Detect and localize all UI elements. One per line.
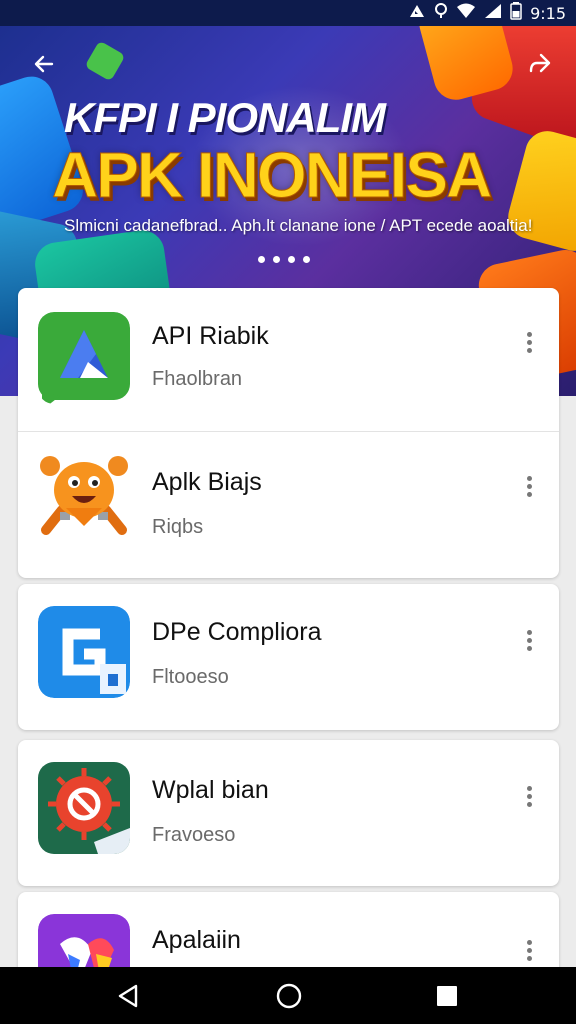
more-options-button[interactable] [517, 322, 541, 362]
more-options-button[interactable] [517, 620, 541, 660]
blue-g-icon [38, 606, 130, 698]
system-navigation-bar [0, 967, 576, 1024]
divider [18, 431, 559, 432]
location-icon [434, 2, 448, 24]
app-subtitle: Fhaolbran [152, 368, 243, 390]
back-arrow-icon [34, 55, 54, 73]
carousel-dot[interactable] [303, 256, 310, 263]
hero-title: KFPI I PIONALIM [64, 94, 386, 141]
app-name: Wplal bian [152, 776, 269, 804]
nav-recents-button[interactable] [432, 981, 462, 1011]
app-subtitle: Fltooeso [152, 666, 229, 688]
hero-headline: APK INONEISA [51, 139, 492, 212]
more-options-button[interactable] [517, 930, 541, 970]
share-button[interactable] [522, 46, 558, 82]
signal-icon [484, 3, 502, 24]
more-options-button[interactable] [517, 776, 541, 816]
app-name: Apalaiin [152, 926, 241, 954]
green-triangle-chat-icon [38, 312, 130, 404]
battery-icon [510, 1, 522, 25]
app-list-item-2[interactable]: Aplk Biajs Riqbs [18, 434, 559, 576]
nav-home-button[interactable] [274, 981, 304, 1011]
app-name: API Riabik [152, 322, 269, 350]
app-list-item-1[interactable]: API Riabik Fhaolbran [18, 288, 559, 430]
share-icon [529, 53, 551, 73]
decorative-yellow-tile [503, 126, 576, 256]
red-blocked-icon [38, 762, 130, 854]
app-list-item-4[interactable]: Wplal bian Fravoeso [18, 740, 559, 886]
more-options-button[interactable] [517, 466, 541, 506]
wifi-icon [456, 3, 476, 24]
nav-back-button[interactable] [114, 981, 144, 1011]
status-bar: 9:15 [0, 0, 576, 26]
square-recents-icon [437, 986, 457, 1006]
app-list-item-3[interactable]: DPe Compliora Fltooeso [18, 584, 559, 730]
app-subtitle: Fravoeso [152, 824, 236, 846]
orange-monster-icon [38, 454, 130, 546]
decorative-green-chip [84, 40, 126, 82]
status-icons: 9:15 [408, 1, 566, 25]
triangle-back-icon [118, 984, 138, 1008]
app-name: Aplk Biajs [152, 468, 262, 496]
carousel-indicator [258, 256, 310, 263]
status-time: 9:15 [530, 3, 566, 23]
carousel-dot[interactable] [288, 256, 295, 263]
hero-subtitle: Slmicni cadanefbrad.. Aph.lt clanane ion… [64, 216, 533, 235]
data-saver-icon [408, 3, 426, 24]
back-button[interactable] [26, 46, 62, 82]
carousel-dot[interactable] [273, 256, 280, 263]
app-card-group: API Riabik Fhaolbran Aplk Biajs Riqbs [18, 288, 559, 578]
circle-home-icon [276, 983, 302, 1009]
carousel-dot[interactable] [258, 256, 265, 263]
app-subtitle: Riqbs [152, 516, 204, 538]
app-name: DPe Compliora [152, 618, 322, 646]
